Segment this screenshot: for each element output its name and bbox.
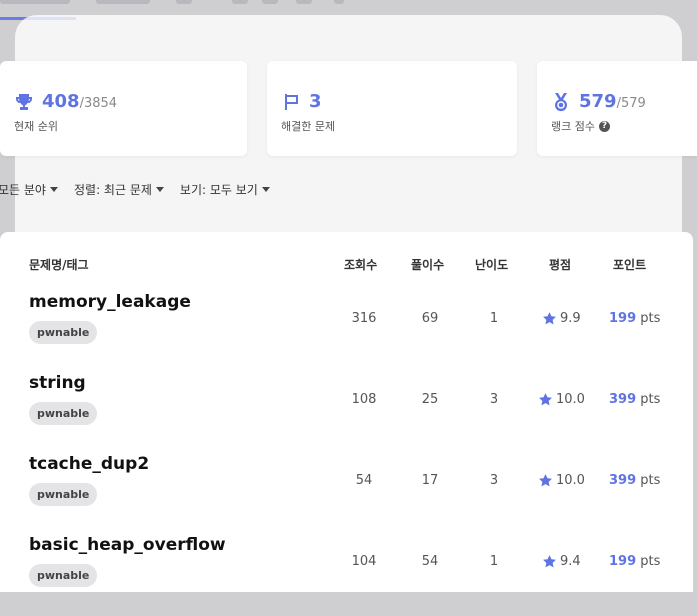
difficulty-value: 1 [489,311,499,326]
solves-count: 69 [421,311,439,326]
points: 399 pts [609,473,660,488]
points-unit: pts [640,554,661,569]
tab-fragment[interactable] [96,0,150,4]
table-row[interactable]: basic_heap_overflow pwnable 104 54 1 9.4… [0,535,693,616]
views-count: 316 [351,311,377,326]
challenge-title[interactable]: tcache_dup2 [29,454,149,474]
rank-score-label: 랭크 점수 [551,120,595,133]
table-row[interactable]: tcache_dup2 pwnable 54 17 3 10.0 399 pts [0,454,693,535]
table-row[interactable]: memory_leakage pwnable 316 69 1 9.9 199 … [0,292,693,373]
solved-value: 3 [309,91,322,112]
views-count: 108 [351,392,377,407]
view-filter[interactable]: 보기: 모두 보기 [180,181,270,198]
star-icon [539,474,552,487]
challenge-tag[interactable]: pwnable [29,402,98,425]
filter-bar: 모든 분야 정렬: 최근 문제 보기: 모두 보기 [0,181,270,198]
header-solves[interactable]: 풀이수 [411,256,444,273]
tab-fragment[interactable] [232,0,248,4]
star-icon [543,555,556,568]
views-count: 104 [351,554,377,569]
header-rating[interactable]: 평점 [549,256,571,273]
rank-value: 408 [42,91,80,112]
difficulty-value: 3 [489,473,499,488]
tab-fragment[interactable] [176,0,192,4]
solves-count: 25 [421,392,439,407]
challenge-tag[interactable]: pwnable [29,564,98,587]
points: 199 pts [609,554,660,569]
points-value: 399 [609,392,637,407]
views-count: 54 [355,473,373,488]
stat-card-solved: 3 해결한 문제 [267,61,517,156]
points-unit: pts [640,473,661,488]
rank-score-total: /579 [616,96,646,111]
points-value: 199 [609,311,637,326]
rank-total: /3854 [79,96,118,111]
points: 399 pts [609,392,660,407]
solves-count: 17 [421,473,439,488]
rating: 9.4 [542,554,581,569]
rating: 9.9 [542,311,581,326]
rating: 10.0 [538,392,585,407]
challenge-title[interactable]: basic_heap_overflow [29,535,226,555]
help-icon[interactable]: ? [598,120,610,132]
solves-count: 54 [421,554,439,569]
challenge-title[interactable]: memory_leakage [29,292,191,312]
category-filter[interactable]: 모든 분야 [0,181,58,198]
rank-label: 현재 순위 [14,120,58,133]
caret-down-icon [49,187,58,192]
stat-card-rank: 408 /3854 현재 순위 [0,61,247,156]
tab-active-fragment[interactable] [0,0,70,4]
stat-card-rank-score: 579 /579 랭크 점수 ? [537,61,697,156]
caret-down-icon [155,187,164,192]
points-value: 199 [609,554,637,569]
points-value: 399 [609,473,637,488]
difficulty-value: 3 [489,392,499,407]
view-filter-label: 보기: 모두 보기 [179,183,258,197]
flag-icon [285,93,298,110]
sort-filter-label: 정렬: 최근 문제 [73,183,152,197]
points: 199 pts [609,311,660,326]
header-difficulty[interactable]: 난이도 [475,256,508,273]
category-filter-label: 모든 분야 [0,183,46,197]
caret-down-icon [261,187,270,192]
header-views[interactable]: 조회수 [344,256,377,273]
points-unit: pts [640,392,661,407]
difficulty-value: 1 [489,554,499,569]
challenge-tag[interactable]: pwnable [29,321,98,344]
medal-icon [555,92,567,111]
tab-fragment[interactable] [296,0,312,4]
tab-fragment[interactable] [262,0,278,4]
points-unit: pts [640,311,661,326]
star-icon [543,312,556,325]
sort-filter[interactable]: 정렬: 최근 문제 [74,181,164,198]
rating: 10.0 [538,473,585,488]
challenge-tag[interactable]: pwnable [29,483,98,506]
header-points[interactable]: 포인트 [613,256,646,273]
table-row[interactable]: string pwnable 108 25 3 10.0 399 pts [0,373,693,454]
trophy-icon [16,93,32,110]
header-name[interactable]: 문제명/태그 [29,256,89,273]
rating-value: 9.4 [560,554,581,569]
rating-value: 10.0 [556,392,585,407]
challenge-table: 문제명/태그 조회수 풀이수 난이도 평점 포인트 memory_leakage… [0,232,693,592]
solved-label: 해결한 문제 [281,120,336,133]
tab-fragment[interactable] [334,0,344,4]
challenge-title[interactable]: string [29,373,86,393]
rank-score-value: 579 [579,91,617,112]
rating-value: 9.9 [560,311,581,326]
rating-value: 10.0 [556,473,585,488]
star-icon [539,393,552,406]
